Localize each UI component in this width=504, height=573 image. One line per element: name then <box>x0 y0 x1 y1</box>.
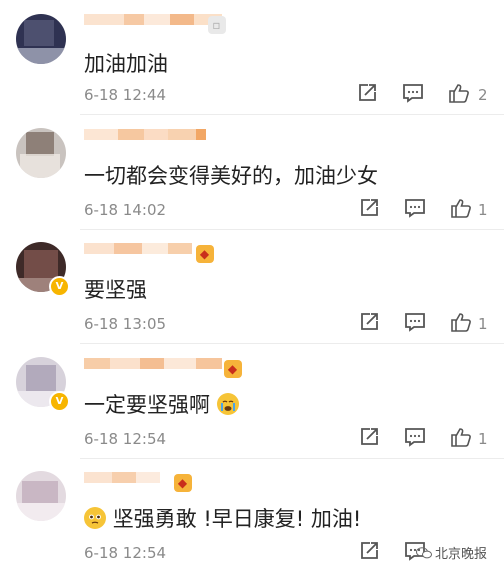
forward-button[interactable] <box>358 426 380 450</box>
forward-button[interactable] <box>358 197 380 221</box>
comment-item: ▫ 加油加油 6-18 12:44 2 <box>0 0 504 115</box>
thumbs-up-icon <box>451 199 471 218</box>
like-count: 1 <box>478 315 488 333</box>
avatar[interactable] <box>16 128 66 178</box>
comment-item: V ◆ 要坚强 6-18 13:05 1 <box>0 229 504 344</box>
share-icon <box>361 542 378 559</box>
verified-badge-icon: V <box>49 391 70 412</box>
comment-time: 6-18 13:05 <box>84 315 167 333</box>
reply-button[interactable] <box>404 197 426 221</box>
comment-text: 一定要坚强啊 <box>84 389 239 419</box>
like-button[interactable] <box>450 197 472 221</box>
comment-text-content: 坚强勇敢 !早日康复! 加油! <box>112 507 362 531</box>
comment-item: 一切都会变得美好的，加油少女 6-18 14:02 1 <box>0 115 504 230</box>
like-button[interactable] <box>450 311 472 335</box>
watermark-text: 北京晚报 <box>435 547 488 562</box>
comment-icon <box>405 199 425 218</box>
comment-icon <box>405 313 425 332</box>
forward-button[interactable] <box>358 311 380 335</box>
like-count: 1 <box>478 430 488 448</box>
like-button[interactable] <box>450 426 472 450</box>
pleading-face-icon <box>84 507 106 529</box>
comment-text: 坚强勇敢 !早日康复! 加油! <box>84 503 361 533</box>
thumbs-up-icon <box>451 428 471 447</box>
share-icon <box>361 313 378 330</box>
fan-badge-icon: ◆ <box>196 245 214 263</box>
comment-text: 加油加油 <box>84 52 168 76</box>
comment-text: 要坚强 <box>84 278 147 302</box>
watermark: 北京晚报 <box>416 543 487 562</box>
share-icon <box>361 199 378 216</box>
reply-button[interactable] <box>402 82 424 106</box>
comment-text: 一切都会变得美好的，加油少女 <box>84 164 378 188</box>
fan-badge-icon: ◆ <box>224 360 242 378</box>
comment-icon <box>403 84 423 103</box>
reply-button[interactable] <box>404 426 426 450</box>
comment-time: 6-18 14:02 <box>84 201 167 219</box>
reply-button[interactable] <box>404 311 426 335</box>
fan-badge-icon: ◆ <box>174 474 192 492</box>
like-count: 1 <box>478 201 488 219</box>
like-count: 2 <box>478 86 488 104</box>
share-icon <box>361 428 378 445</box>
comment-time: 6-18 12:44 <box>84 86 167 104</box>
comment-time: 6-18 12:54 <box>84 544 167 562</box>
avatar[interactable] <box>16 471 66 521</box>
comment-item: V ◆ 一定要坚强啊 6-18 12:54 1 <box>0 344 504 459</box>
thumbs-up-icon <box>451 313 471 332</box>
thumbs-up-icon <box>449 84 469 103</box>
crying-face-icon <box>216 393 239 415</box>
share-icon <box>359 84 376 101</box>
forward-button[interactable] <box>356 82 378 106</box>
wechat-icon <box>416 547 432 559</box>
comment-time: 6-18 12:54 <box>84 430 167 448</box>
avatar[interactable] <box>16 14 66 64</box>
like-button[interactable] <box>448 82 470 106</box>
forward-button[interactable] <box>358 540 380 564</box>
comment-icon <box>405 428 425 447</box>
comment-text-content: 一定要坚强啊 <box>84 393 210 417</box>
verified-badge-icon: V <box>49 276 70 297</box>
